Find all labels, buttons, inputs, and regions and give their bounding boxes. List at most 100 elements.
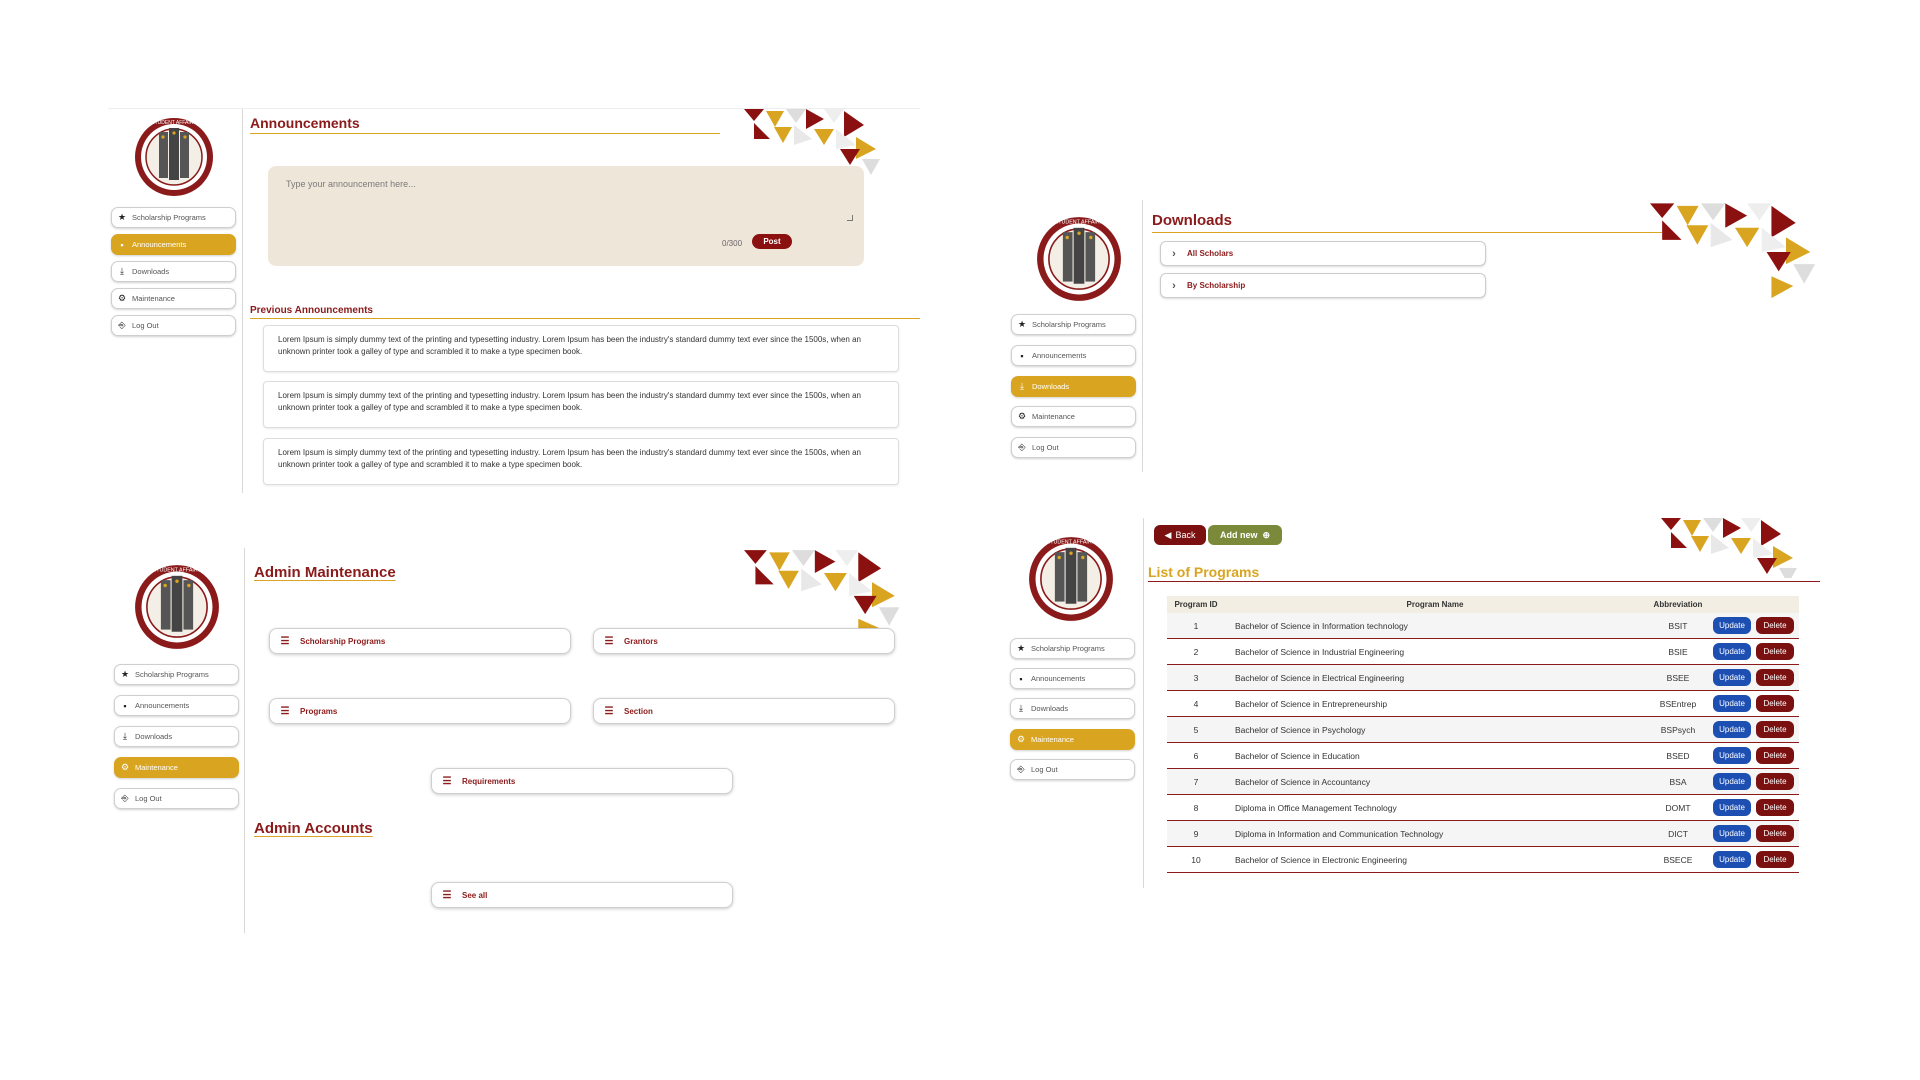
- sidebar: ★ Scholarship Programs ▪ Announcements ⤓ Do…: [1008, 518, 1144, 888]
- sidebar-item-announcements[interactable]: ▪ Announcements: [111, 234, 236, 255]
- row-actions: Update Delete: [1711, 643, 1799, 660]
- sidebar-item-log-out[interactable]: ⎆ Log Out: [114, 788, 239, 809]
- abbreviation-cell: BSA: [1669, 776, 1687, 787]
- update-button[interactable]: Update: [1713, 825, 1751, 842]
- program-name-cell: Bachelor of Science in Electronic Engine…: [1235, 854, 1407, 865]
- table-row: 7 Bachelor of Science in Accountancy BSA Up…: [1167, 769, 1799, 795]
- office-logo: [134, 564, 220, 650]
- office-logo: [134, 117, 214, 197]
- page-title: Announcements: [250, 115, 360, 131]
- update-button[interactable]: Update: [1713, 643, 1751, 660]
- table-header: Program ID Program Name Abbreviation: [1167, 596, 1799, 613]
- previous-announcements-title: Previous Announcements: [250, 305, 373, 316]
- delete-button[interactable]: Delete: [1756, 799, 1794, 816]
- requirements-button[interactable]: ☰ Requirements: [431, 768, 733, 794]
- program-id-cell: 7: [1193, 776, 1199, 787]
- programs-panel: ◀ Back Add new ⊕ List of Programs Program …: [1146, 518, 1826, 888]
- sidebar-item-scholarship-programs[interactable]: ★ Scholarship Programs: [1011, 314, 1136, 335]
- sidebar-item-announcements[interactable]: ▪ Announcements: [114, 695, 239, 716]
- program-name-cell: Bachelor of Science in Industrial Engine…: [1235, 646, 1405, 657]
- programs-button[interactable]: ☰ Programs: [269, 698, 571, 724]
- program-id-cell: 4: [1193, 698, 1199, 709]
- update-button[interactable]: Update: [1713, 617, 1751, 634]
- table-row: 6 Bachelor of Science in Education BSED Upd…: [1167, 743, 1799, 769]
- list-icon: ☰: [442, 775, 452, 787]
- sidebar-item-announcements[interactable]: ▪ Announcements: [1011, 345, 1136, 366]
- accordion-by-scholarship[interactable]: › By Scholarship: [1160, 273, 1486, 298]
- gears-icon: ⚙: [117, 293, 127, 303]
- sidebar-item-maintenance[interactable]: ⚙ Maintenance: [111, 288, 236, 309]
- delete-button[interactable]: Delete: [1756, 617, 1794, 634]
- sidebar: ★ Scholarship Programs ▪ Announcements ⤓ Do…: [108, 109, 243, 493]
- row-actions: Update Delete: [1711, 825, 1799, 842]
- delete-button[interactable]: Delete: [1756, 747, 1794, 764]
- back-button[interactable]: ◀ Back: [1154, 525, 1206, 545]
- resize-handle-icon[interactable]: [847, 215, 853, 221]
- page-title: Downloads: [1152, 212, 1233, 229]
- star-icon: ★: [117, 212, 127, 222]
- update-button[interactable]: Update: [1713, 721, 1751, 738]
- sidebar-item-log-out[interactable]: ⎆ Log Out: [111, 315, 236, 336]
- delete-button[interactable]: Delete: [1756, 721, 1794, 738]
- door-icon: ⎆: [118, 320, 126, 330]
- list-icon: ☰: [442, 889, 452, 901]
- sidebar-item-announcements[interactable]: ▪ Announcements: [1010, 668, 1135, 689]
- announcement-card: Lorem Ipsum is simply dummy text of the …: [263, 381, 899, 428]
- download-icon: ⤓: [1019, 703, 1023, 713]
- update-button[interactable]: Update: [1713, 851, 1751, 868]
- grantors-button[interactable]: ☰ Grantors: [593, 628, 895, 654]
- sidebar-item-log-out[interactable]: ⎆ Log Out: [1011, 437, 1136, 458]
- program-name-cell: Bachelor of Science in Electrical Engine…: [1235, 672, 1405, 683]
- update-button[interactable]: Update: [1713, 747, 1751, 764]
- table-row: 4 Bachelor of Science in Entrepreneurship…: [1167, 691, 1799, 717]
- sidebar-item-downloads[interactable]: ⤓ Downloads: [114, 726, 239, 747]
- update-button[interactable]: Update: [1713, 773, 1751, 790]
- sidebar-item-downloads[interactable]: ⤓ Downloads: [1011, 376, 1136, 397]
- accordion-all-scholars[interactable]: › All Scholars: [1160, 241, 1486, 266]
- download-icon: ⤓: [1020, 381, 1024, 391]
- post-button[interactable]: Post: [752, 234, 792, 249]
- abbreviation-cell: BSPsych: [1660, 724, 1696, 735]
- see-all-button[interactable]: ☰ See all: [431, 882, 733, 908]
- update-button[interactable]: Update: [1713, 669, 1751, 686]
- sidebar: ★ Scholarship Programs ▪ Announcements ⤓ Do…: [108, 548, 245, 933]
- gears-icon: ⚙: [1016, 734, 1026, 744]
- delete-button[interactable]: Delete: [1756, 851, 1794, 868]
- star-icon: ★: [1016, 643, 1026, 653]
- delete-button[interactable]: Delete: [1756, 773, 1794, 790]
- note-icon: ▪: [123, 700, 127, 711]
- chevron-right-icon: ›: [1172, 247, 1176, 260]
- sidebar-item-scholarship-programs[interactable]: ★ Scholarship Programs: [111, 207, 236, 228]
- table-row: 1 Bachelor of Science in Information tech…: [1167, 613, 1799, 639]
- section-button[interactable]: ☰ Section: [593, 698, 895, 724]
- program-id-cell: 1: [1193, 620, 1199, 631]
- sidebar-item-scholarship-programs[interactable]: ★ Scholarship Programs: [114, 664, 239, 685]
- program-id-cell: 5: [1193, 724, 1199, 735]
- list-icon: ☰: [604, 635, 614, 647]
- sidebar-item-scholarship-programs[interactable]: ★ Scholarship Programs: [1010, 638, 1135, 659]
- announcement-input[interactable]: Type your announcement here...: [286, 179, 416, 189]
- sidebar-item-maintenance[interactable]: ⚙ Maintenance: [114, 757, 239, 778]
- sidebar-item-maintenance[interactable]: ⚙ Maintenance: [1010, 729, 1135, 750]
- announcement-card: Lorem Ipsum is simply dummy text of the …: [263, 325, 899, 372]
- update-button[interactable]: Update: [1713, 695, 1751, 712]
- sidebar-item-maintenance[interactable]: ⚙ Maintenance: [1011, 406, 1136, 427]
- title-underline: [1148, 581, 1820, 582]
- delete-button[interactable]: Delete: [1756, 825, 1794, 842]
- sidebar-item-downloads[interactable]: ⤓ Downloads: [111, 261, 236, 282]
- delete-button[interactable]: Delete: [1756, 643, 1794, 660]
- program-name-cell: Bachelor of Science in Psychology: [1235, 724, 1366, 735]
- sidebar-item-log-out[interactable]: ⎆ Log Out: [1010, 759, 1135, 780]
- title-underline: [250, 133, 720, 134]
- list-icon: ☰: [604, 705, 614, 717]
- announcement-composer[interactable]: Type your announcement here... 0/300 Pos…: [268, 166, 864, 266]
- scholarship-programs-button[interactable]: ☰ Scholarship Programs: [269, 628, 571, 654]
- add-new-button[interactable]: Add new ⊕: [1208, 525, 1282, 545]
- sidebar-item-downloads[interactable]: ⤓ Downloads: [1010, 698, 1135, 719]
- delete-button[interactable]: Delete: [1756, 669, 1794, 686]
- abbreviation-cell: BSIT: [1668, 620, 1688, 631]
- row-actions: Update Delete: [1711, 721, 1799, 738]
- delete-button[interactable]: Delete: [1756, 695, 1794, 712]
- update-button[interactable]: Update: [1713, 799, 1751, 816]
- note-icon: ▪: [1020, 350, 1024, 361]
